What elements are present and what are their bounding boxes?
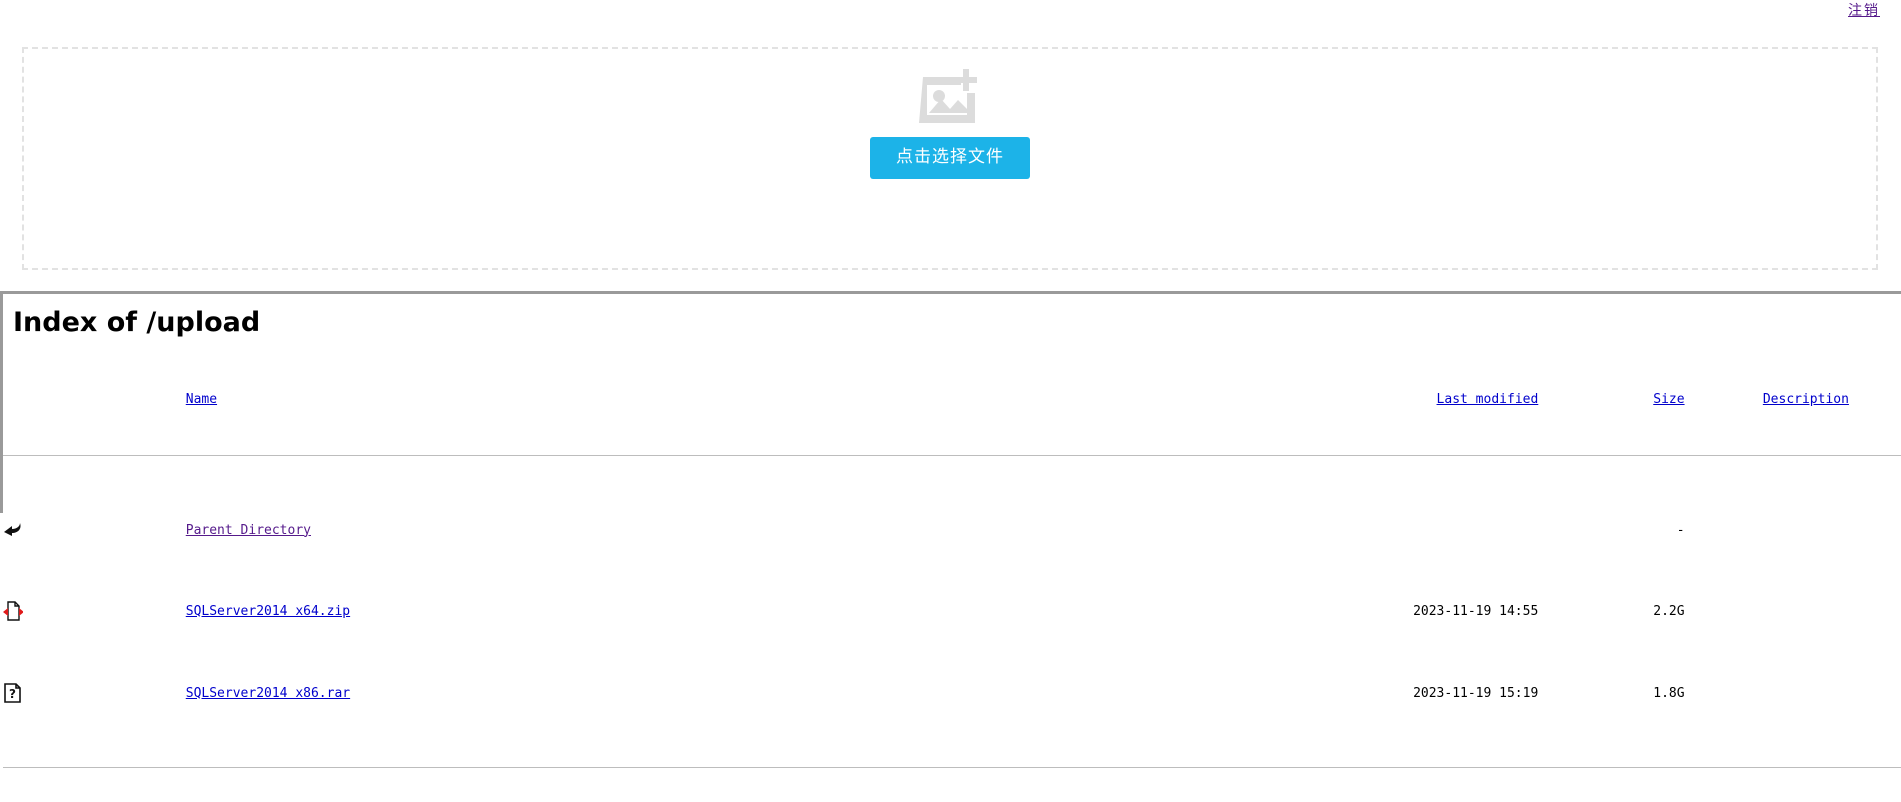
file-name-cell: SQLServer2014 x64.zip	[107, 570, 1298, 652]
compressed-file-icon	[3, 570, 107, 652]
column-header-description: Description	[1685, 377, 1901, 422]
header-divider	[3, 455, 1901, 456]
footer-divider-cell	[3, 734, 1901, 802]
back-arrow-icon	[3, 490, 107, 570]
directory-listing-table: Name Last modified Size Description Pare…	[3, 377, 1901, 802]
column-header-size: Size	[1538, 377, 1684, 422]
size-cell: -	[1676, 522, 1685, 538]
svg-text:?: ?	[9, 687, 16, 701]
table-row[interactable]: ? SQLServer2014 x86.rar 2023-11-19 15:19…	[3, 652, 1901, 734]
page-title: Index of /upload	[13, 307, 261, 338]
sort-by-last-modified-link[interactable]: Last modified	[1437, 392, 1539, 407]
sort-by-name-link[interactable]: Name	[186, 392, 217, 407]
listing-header-row: Name Last modified Size Description	[3, 377, 1901, 422]
file-link-sqlserver2014-x64-zip[interactable]: SQLServer2014 x64.zip	[186, 604, 350, 619]
table-row[interactable]: Parent Directory -	[3, 490, 1901, 570]
footer-divider	[3, 767, 1901, 768]
table-row[interactable]: SQLServer2014 x64.zip 2023-11-19 14:55 2…	[3, 570, 1901, 652]
header-divider-cell	[3, 422, 1901, 490]
last-modified-cell: 2023-11-19 14:55	[1413, 603, 1539, 619]
description-cell	[1685, 652, 1901, 734]
listing-body: Parent Directory - SQLServer2014 x64.zip…	[3, 490, 1901, 802]
sort-by-description-link[interactable]: Description	[1763, 392, 1849, 407]
footer-divider-row	[3, 734, 1901, 802]
header-icon-spacer	[3, 377, 107, 422]
size-cell: 1.8G	[1653, 685, 1685, 701]
last-modified-cell	[1298, 490, 1538, 570]
size-cell: 2.2G	[1653, 603, 1685, 619]
file-name-cell: SQLServer2014 x86.rar	[107, 652, 1298, 734]
logout-link[interactable]: 注销	[1848, 3, 1880, 19]
column-header-name: Name	[107, 377, 1298, 422]
sort-by-size-link[interactable]: Size	[1653, 392, 1684, 407]
header-divider-row	[3, 422, 1901, 490]
listing-header: Name Last modified Size Description	[3, 377, 1901, 490]
top-bar: 注销	[0, 0, 1901, 24]
file-name-cell: Parent Directory	[107, 490, 1298, 570]
directory-index-section: Index of /upload Name Last modified Size…	[0, 291, 1901, 768]
description-cell	[1685, 570, 1901, 652]
last-modified-cell: 2023-11-19 15:19	[1413, 685, 1539, 701]
description-cell	[1685, 490, 1901, 570]
unknown-file-icon: ?	[3, 652, 107, 734]
column-header-last-modified: Last modified	[1298, 377, 1539, 422]
image-plus-icon	[919, 67, 981, 123]
file-link-sqlserver2014-x86-rar[interactable]: SQLServer2014 x86.rar	[186, 686, 350, 701]
dropzone-content: 点击选择文件	[24, 49, 1876, 268]
select-file-button[interactable]: 点击选择文件	[870, 137, 1030, 179]
parent-directory-link[interactable]: Parent Directory	[186, 523, 311, 538]
file-upload-dropzone[interactable]: 点击选择文件	[22, 47, 1878, 270]
